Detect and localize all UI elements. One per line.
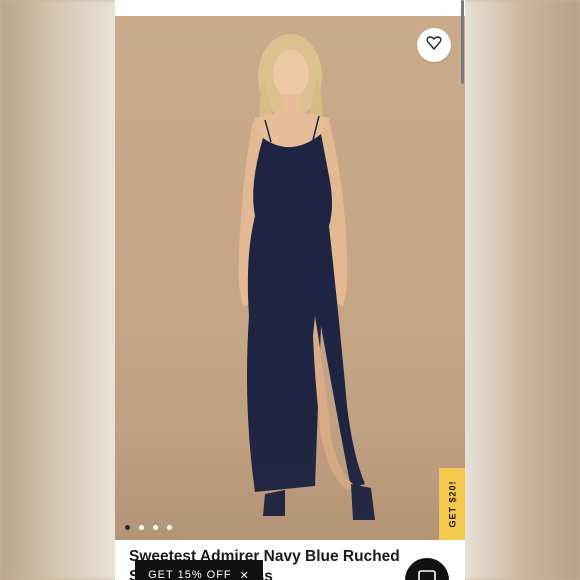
carousel-dot[interactable] [167,525,172,530]
scrollbar[interactable] [461,0,464,84]
carousel-dot[interactable] [125,525,130,530]
wishlist-button[interactable] [417,28,451,62]
chat-icon [418,569,436,580]
phone-screen: GET $20! Sweetest Admirer Navy Blue Ruch… [115,0,465,580]
discount-banner[interactable]: GET 15% OFF ✕ [135,560,263,580]
carousel-dot[interactable] [153,525,158,530]
close-x-icon[interactable]: ✕ [240,569,250,580]
get-20-promo-tab[interactable]: GET $20! [439,468,465,540]
top-bar [115,0,465,16]
floor-shadow [115,420,465,540]
product-image[interactable] [115,16,465,540]
promo-tab-label: GET $20! [447,480,458,528]
discount-label: GET 15% OFF [148,569,232,580]
carousel-dot[interactable] [139,525,144,530]
heart-icon [426,35,442,56]
carousel-indicator [125,525,172,530]
